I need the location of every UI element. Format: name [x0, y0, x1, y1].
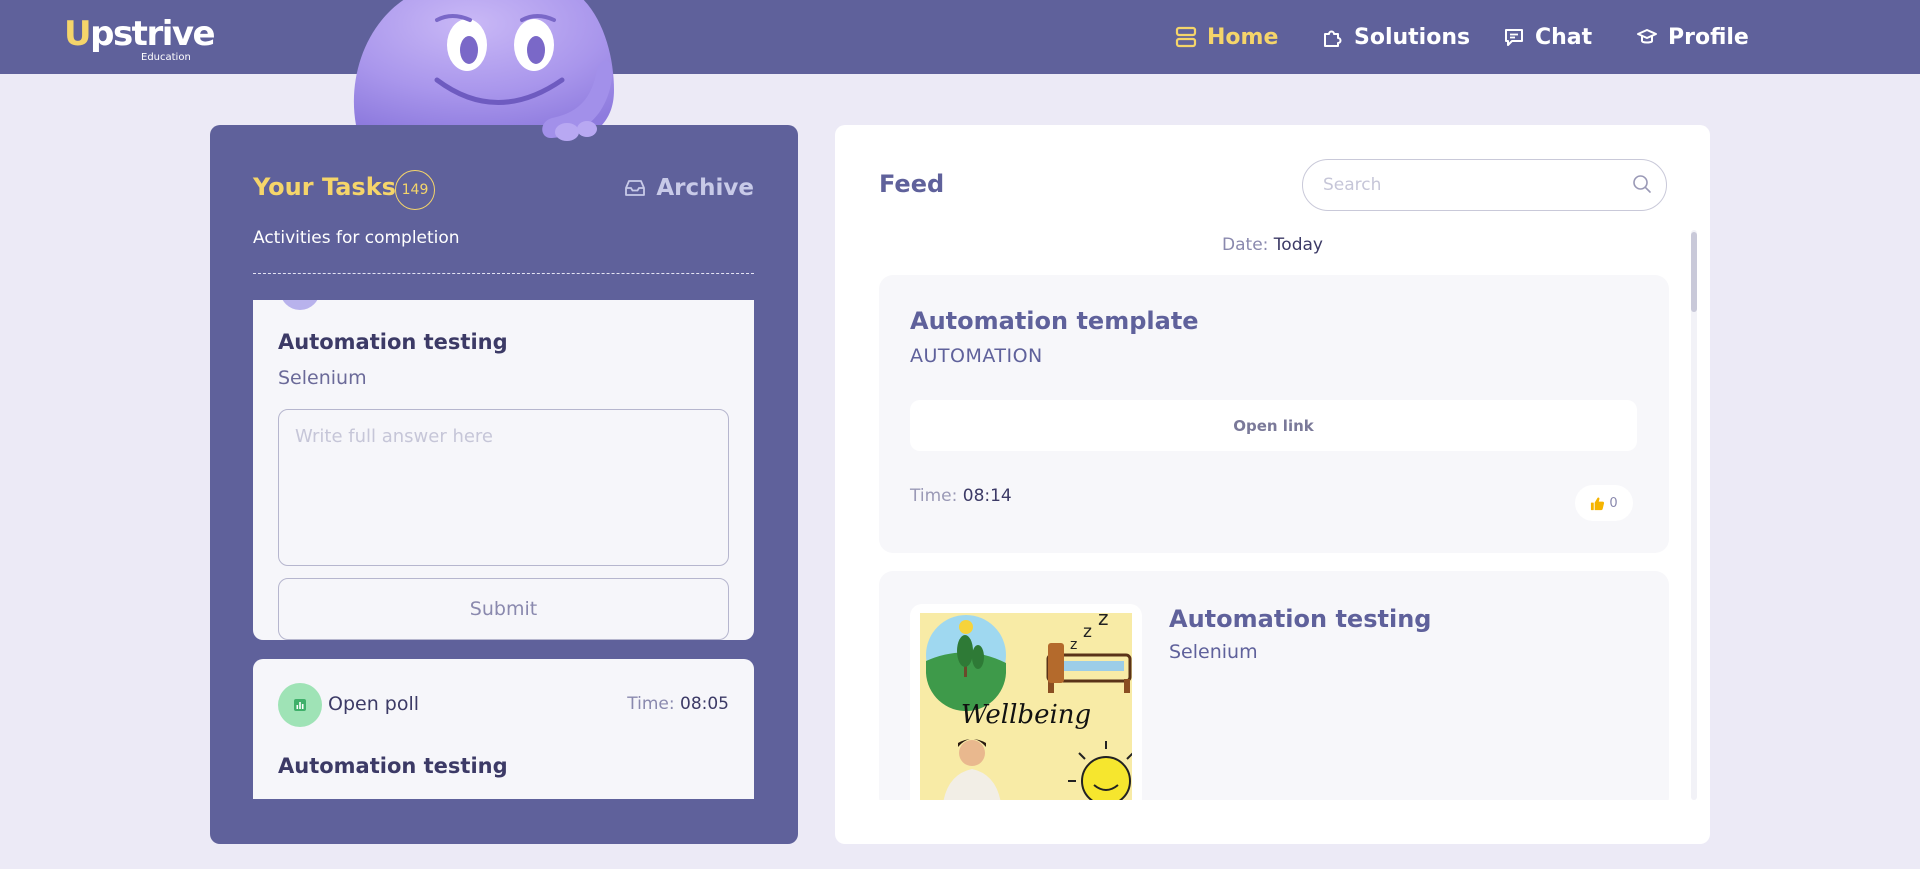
feed-card-subtitle: Selenium	[1169, 641, 1258, 663]
task-time: Time: 08:05	[627, 694, 729, 714]
nav-profile[interactable]: Profile	[1636, 22, 1749, 52]
chat-icon	[1505, 29, 1523, 46]
feed-card: z z z Wellbeing Automation testing Selen…	[879, 571, 1669, 800]
nav-profile-label: Profile	[1668, 24, 1749, 50]
archive-label: Archive	[656, 175, 754, 201]
tasks-count-badge: 149	[395, 170, 435, 210]
inbox-icon	[625, 180, 646, 196]
tasks-title: Your Tasks	[253, 173, 396, 201]
mascot-illustration	[353, 0, 614, 141]
nav-solutions-label: Solutions	[1354, 24, 1471, 50]
thumbs-up-icon	[1591, 496, 1605, 510]
task-title: Automation testing	[278, 754, 508, 778]
wellbeing-illustration[interactable]: z z z Wellbeing	[920, 613, 1132, 800]
divider	[253, 273, 754, 274]
svg-text:z: z	[1083, 622, 1092, 642]
logo-subtitle: Education	[141, 52, 191, 63]
feed-panel: Feed Date: Today Automation template AUT…	[835, 125, 1710, 844]
svg-text:z: z	[1070, 637, 1077, 653]
tasks-subtitle: Activities for completion	[253, 228, 460, 248]
like-button[interactable]: 0	[1575, 485, 1633, 521]
feed-card-time: Time: 08:14	[910, 486, 1012, 506]
home-icon	[1175, 26, 1197, 48]
search-box[interactable]	[1302, 159, 1667, 211]
svg-text:z: z	[1098, 613, 1109, 630]
feed-card-image-frame: z z z Wellbeing	[910, 604, 1142, 800]
answer-textarea[interactable]	[278, 409, 729, 566]
search-icon[interactable]	[1632, 174, 1652, 194]
search-input[interactable]	[1323, 160, 1623, 209]
nav-home[interactable]: Home	[1175, 22, 1278, 52]
nav-home-label: Home	[1207, 24, 1279, 50]
task-list[interactable]: Automation testing Selenium Submit Open …	[253, 300, 754, 799]
nav-solutions[interactable]: Solutions	[1322, 22, 1470, 52]
image-caption: Wellbeing	[961, 700, 1091, 730]
feed-date: Date: Today	[1222, 235, 1323, 255]
feed-card-tag: AUTOMATION	[910, 345, 1043, 367]
open-link-button[interactable]: Open link	[910, 400, 1637, 451]
tasks-panel: Your Tasks 149 Archive Activities for co…	[210, 125, 798, 844]
task-type-label: Open poll	[328, 693, 420, 715]
puzzle-icon	[1324, 30, 1342, 47]
upstrive-logo[interactable]: Upstrive Education	[64, 14, 216, 64]
scrollbar-thumb[interactable]	[1691, 232, 1697, 312]
task-type-icon	[280, 300, 320, 310]
feed-card: Automation template AUTOMATION Open link…	[879, 275, 1669, 553]
nav-chat-label: Chat	[1535, 24, 1593, 50]
top-nav-bar: Upstrive Education Home Solutions Chat P…	[0, 0, 1920, 74]
scrollbar-track[interactable]	[1691, 230, 1697, 800]
task-title: Automation testing	[278, 330, 508, 354]
graduation-cap-icon	[1637, 29, 1657, 44]
poll-icon	[278, 683, 322, 727]
feed-list[interactable]: Automation template AUTOMATION Open link…	[879, 275, 1669, 800]
submit-button[interactable]: Submit	[278, 578, 729, 640]
task-card: Open poll Time: 08:05 Automation testing	[253, 659, 754, 799]
task-subtitle: Selenium	[278, 367, 367, 389]
archive-button[interactable]: Archive	[624, 175, 754, 201]
feed-card-title: Automation template	[910, 307, 1199, 335]
feed-title: Feed	[879, 170, 945, 198]
feed-card-title: Automation testing	[1169, 605, 1432, 633]
nav-chat[interactable]: Chat	[1503, 22, 1592, 52]
like-count: 0	[1609, 495, 1618, 511]
task-card: Automation testing Selenium Submit	[253, 300, 754, 640]
